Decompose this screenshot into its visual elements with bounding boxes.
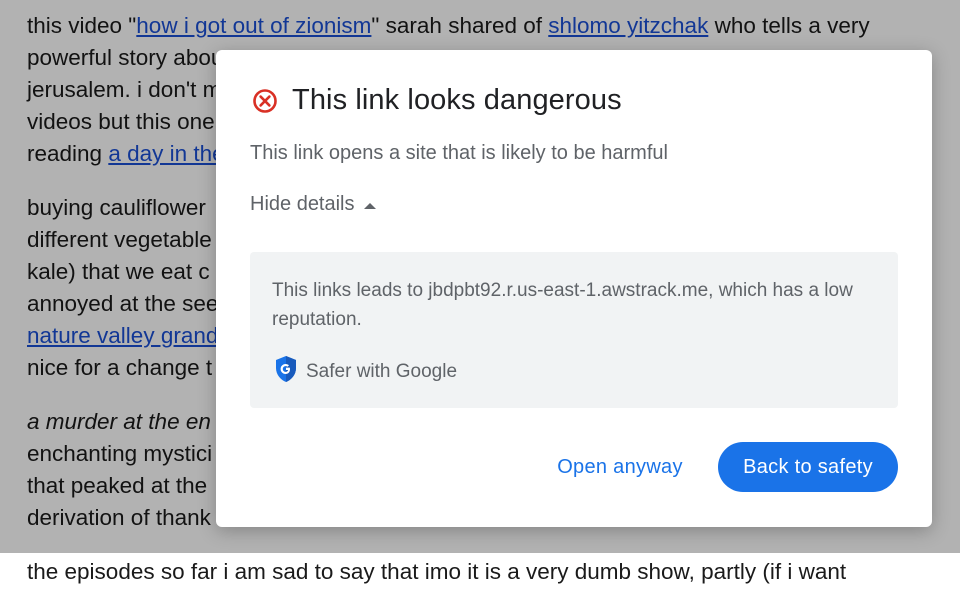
details-panel: This links leads to jbdpbt92.r.us-east-1… — [250, 252, 898, 408]
hide-details-toggle[interactable]: Hide details — [250, 193, 377, 216]
details-text: This links leads to jbdpbt92.r.us-east-1… — [272, 280, 853, 330]
dialog-subtitle: This link opens a site that is likely to… — [250, 142, 668, 164]
danger-link-dialog: This link looks dangerous This link open… — [216, 50, 932, 527]
error-circle-icon — [252, 88, 278, 114]
brand-label: Safer with Google — [306, 360, 458, 382]
hide-details-label: Hide details — [250, 193, 355, 215]
open-anyway-button[interactable]: Open anyway — [542, 442, 698, 492]
dialog-header: This link looks dangerous — [252, 84, 622, 117]
article-paragraph: the episodes so far i am sad to say that… — [27, 556, 927, 588]
dialog-title: This link looks dangerous — [292, 84, 622, 116]
back-to-safety-button[interactable]: Back to safety — [718, 442, 898, 492]
safer-with-google-badge: Safer with Google — [274, 355, 457, 388]
article-text: the episodes so far i am sad to say that… — [27, 559, 847, 584]
caret-up-icon — [363, 193, 377, 216]
google-shield-icon — [274, 355, 298, 388]
